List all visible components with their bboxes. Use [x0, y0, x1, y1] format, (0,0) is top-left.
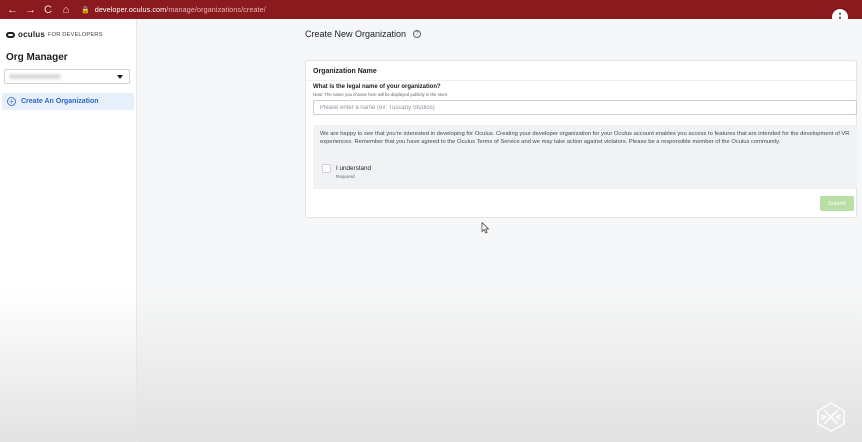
card-heading: Organization Name — [313, 68, 377, 75]
help-icon[interactable]: ? — [413, 30, 422, 38]
submit-button[interactable]: Submit — [820, 196, 854, 211]
back-arrow-icon[interactable]: ← — [7, 4, 18, 16]
browser-toolbar: ← → C ⌂ 🔒 developer.oculus.com/manage/or… — [0, 0, 862, 19]
sidebar-item-label: Create An Organization — [21, 98, 99, 105]
oculus-ring-icon — [6, 31, 15, 38]
caret-down-icon — [117, 75, 123, 79]
terms-notice: We are happy to see that you're interest… — [313, 125, 857, 189]
logo-text: oculus — [18, 30, 45, 39]
name-question-label: What is the legal name of your organizat… — [313, 84, 441, 90]
watermark-logo-icon — [817, 402, 845, 432]
terms-notice-text: We are happy to see that you're interest… — [320, 131, 850, 146]
sidebar-item-create-organization[interactable]: + Create An Organization — [2, 93, 134, 110]
organization-name-input[interactable] — [313, 100, 857, 115]
main-content: Create New Organization ? Organization N… — [137, 19, 862, 442]
organization-select[interactable] — [4, 69, 130, 84]
divider — [306, 80, 856, 81]
address-bar[interactable]: developer.oculus.com/manage/organization… — [95, 5, 266, 14]
logo-subtitle: FOR DEVELOPERS — [47, 31, 103, 38]
page-title: Create New Organization — [305, 29, 407, 39]
sidebar: oculus FOR DEVELOPERS Org Manager + Crea… — [0, 19, 137, 442]
checkbox-label: I understand — [336, 165, 372, 172]
reload-icon[interactable]: C — [43, 4, 53, 16]
url-path: /manage/organizations/create/ — [166, 5, 266, 14]
understand-checkbox[interactable] — [322, 164, 331, 173]
organization-name-card: Organization Name What is the legal name… — [305, 60, 857, 218]
url-host: developer.oculus.com — [94, 5, 167, 14]
lock-icon: 🔒 — [81, 6, 90, 14]
mouse-cursor-icon — [481, 222, 489, 234]
home-icon[interactable]: ⌂ — [61, 4, 71, 16]
blurred-org-name — [9, 74, 61, 79]
name-note: Note: The name you choose here will be d… — [313, 92, 449, 97]
checkbox-required-hint: Required — [336, 174, 355, 179]
forward-arrow-icon[interactable]: → — [25, 4, 36, 16]
oculus-logo[interactable]: oculus FOR DEVELOPERS — [6, 30, 103, 39]
page-title-row: Create New Organization ? — [305, 29, 422, 39]
sidebar-title: Org Manager — [6, 52, 68, 63]
plus-circle-icon: + — [7, 97, 16, 106]
